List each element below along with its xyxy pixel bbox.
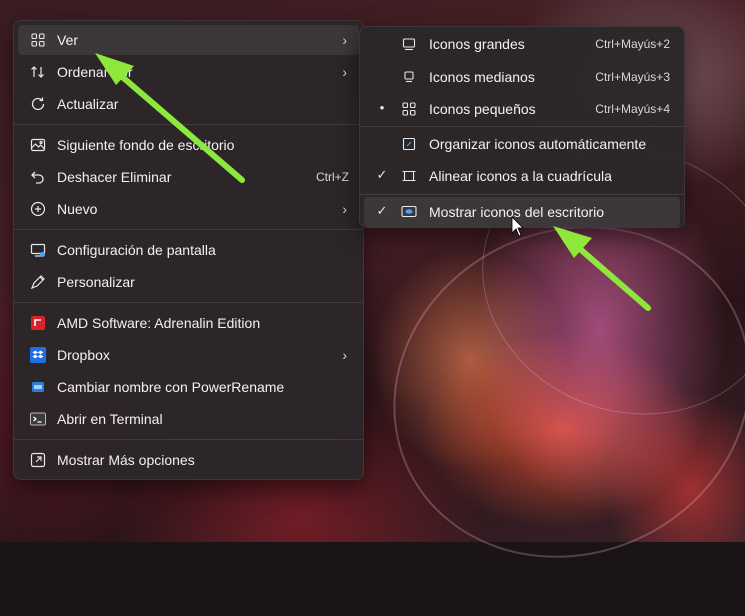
menu-item-label: Deshacer Eliminar: [57, 169, 172, 185]
ver-submenu: Iconos grandes Ctrl+Mayús+2 Iconos media…: [359, 26, 685, 228]
more-options-icon: [30, 452, 46, 468]
menu-separator: [14, 302, 363, 303]
menu-item-label: Abrir en Terminal: [57, 411, 163, 427]
menu-item-actualizar[interactable]: Actualizar: [18, 89, 359, 119]
menu-item-label: Nuevo: [57, 201, 98, 217]
menu-item-nuevo[interactable]: Nuevo ›: [18, 194, 359, 224]
pencil-icon: [30, 274, 46, 290]
terminal-icon: [30, 411, 46, 427]
submenu-item-mostrar-iconos[interactable]: ✓ Mostrar iconos del escritorio: [364, 197, 680, 227]
next-wallpaper-icon: [30, 137, 46, 153]
menu-item-label: Iconos pequeños: [429, 101, 536, 117]
menu-item-powerrename[interactable]: Cambiar nombre con PowerRename: [18, 372, 359, 402]
display-icon: [30, 242, 46, 258]
submenu-item-iconos-grandes[interactable]: Iconos grandes Ctrl+Mayús+2: [364, 29, 680, 59]
small-icons-icon: [401, 101, 417, 117]
menu-item-mas-opciones[interactable]: Mostrar Más opciones: [18, 445, 359, 475]
checkmark-icon: ✓: [376, 203, 388, 218]
menu-item-personalizar[interactable]: Personalizar: [18, 267, 359, 297]
menu-item-label: AMD Software: Adrenalin Edition: [57, 315, 261, 331]
dropbox-icon: [30, 347, 46, 363]
menu-item-dropbox[interactable]: Dropbox ›: [18, 340, 359, 370]
menu-item-label: Mostrar iconos del escritorio: [429, 204, 605, 220]
menu-item-amd[interactable]: AMD Software: Adrenalin Edition: [18, 308, 359, 338]
chevron-right-icon: ›: [342, 32, 347, 48]
menu-item-label: Actualizar: [57, 96, 119, 112]
menu-item-label: Alinear iconos a la cuadrícula: [429, 168, 612, 184]
plus-circle-icon: [30, 201, 46, 217]
sort-icon: [30, 64, 46, 80]
shortcut-label: Ctrl+Z: [316, 170, 349, 184]
auto-arrange-icon: [401, 136, 417, 152]
medium-icons-icon: [401, 69, 417, 85]
menu-separator: [14, 229, 363, 230]
menu-item-label: Iconos grandes: [429, 36, 525, 52]
chevron-right-icon: ›: [342, 347, 347, 363]
menu-item-label: Configuración de pantalla: [57, 242, 216, 258]
chevron-right-icon: ›: [342, 64, 347, 80]
menu-item-label: Iconos medianos: [429, 69, 535, 85]
menu-item-label: Ordenar por: [57, 64, 133, 80]
menu-item-label: Siguiente fondo de escritorio: [57, 137, 235, 153]
amd-icon: [30, 315, 46, 331]
menu-item-deshacer[interactable]: Deshacer Eliminar Ctrl+Z: [18, 162, 359, 192]
menu-item-config-pantalla[interactable]: Configuración de pantalla: [18, 235, 359, 265]
refresh-icon: [30, 96, 46, 112]
selection-mark: •: [379, 100, 385, 115]
align-grid-icon: [401, 168, 417, 184]
menu-item-label: Personalizar: [57, 274, 135, 290]
large-icons-icon: [401, 36, 417, 52]
menu-item-label: Dropbox: [57, 347, 110, 363]
shortcut-label: Ctrl+Mayús+4: [595, 102, 670, 116]
menu-item-ver[interactable]: Ver ›: [18, 25, 359, 55]
desktop-context-menu: Ver › Ordenar por › Actualizar Siguiente…: [13, 20, 364, 480]
menu-item-label: Cambiar nombre con PowerRename: [57, 379, 285, 395]
show-desktop-icon: [401, 204, 417, 220]
menu-item-siguiente-fondo[interactable]: Siguiente fondo de escritorio: [18, 130, 359, 160]
undo-icon: [30, 169, 46, 185]
menu-item-ordenar[interactable]: Ordenar por ›: [18, 57, 359, 87]
menu-item-label: Mostrar Más opciones: [57, 452, 195, 468]
menu-item-terminal[interactable]: Abrir en Terminal: [18, 404, 359, 434]
grid-icon: [30, 32, 46, 48]
menu-separator: [14, 124, 363, 125]
menu-item-label: Ver: [57, 32, 79, 48]
shortcut-label: Ctrl+Mayús+3: [595, 70, 670, 84]
menu-separator: [14, 439, 363, 440]
submenu-item-iconos-pequenos[interactable]: • Iconos pequeños Ctrl+Mayús+4: [364, 94, 680, 124]
menu-separator: [360, 126, 684, 127]
menu-separator: [360, 194, 684, 195]
submenu-item-alinear[interactable]: ✓ Alinear iconos a la cuadrícula: [364, 161, 680, 191]
submenu-item-iconos-medianos[interactable]: Iconos medianos Ctrl+Mayús+3: [364, 62, 680, 92]
checkmark-icon: ✓: [376, 167, 388, 182]
submenu-item-organizar[interactable]: Organizar iconos automáticamente: [364, 129, 680, 159]
chevron-right-icon: ›: [342, 201, 347, 217]
menu-item-label: Organizar iconos automáticamente: [429, 136, 647, 152]
powerrename-icon: [30, 379, 46, 395]
shortcut-label: Ctrl+Mayús+2: [595, 37, 670, 51]
